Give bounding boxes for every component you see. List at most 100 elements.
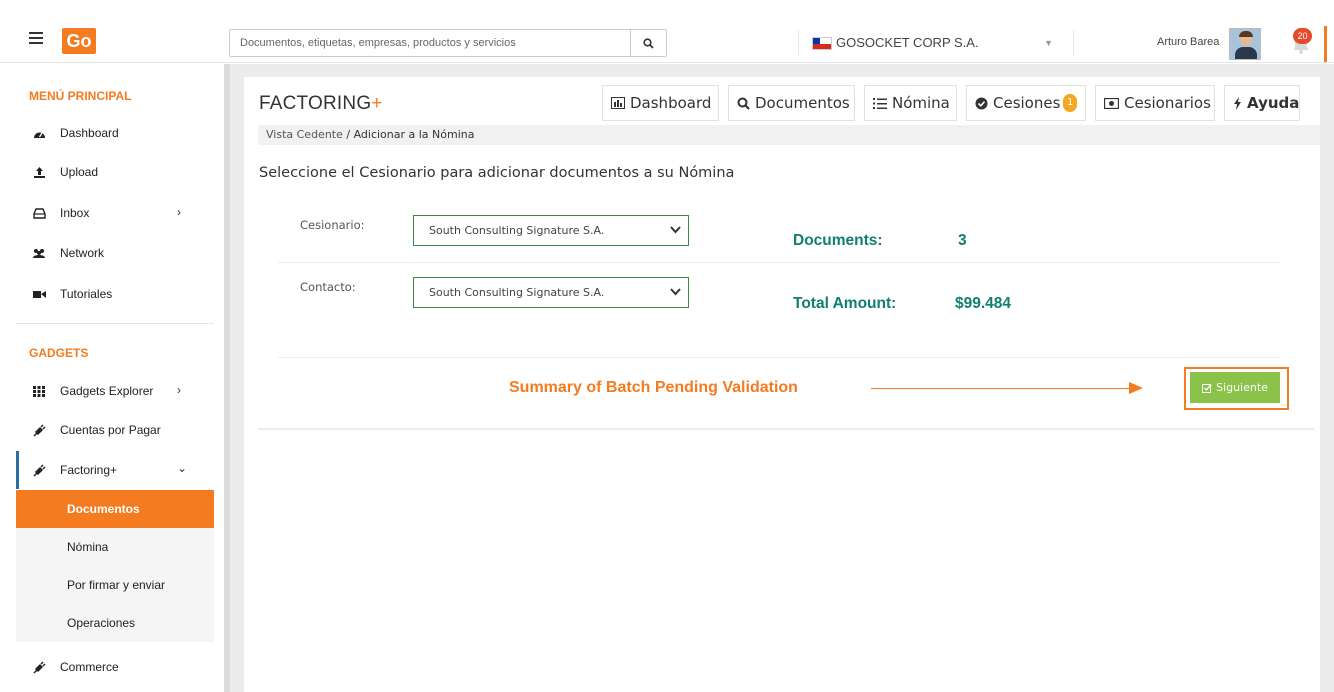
submenu-item-por-firmar[interactable]: Por firmar y enviar	[16, 566, 214, 604]
user-name[interactable]: Arturo Barea	[1157, 36, 1219, 48]
nav-label: Dashboard	[630, 94, 712, 112]
siguiente-label: Siguiente	[1216, 381, 1268, 394]
nav-label: Ayuda	[1247, 94, 1300, 112]
avatar[interactable]	[1229, 28, 1261, 60]
breadcrumb: Vista Cedente / Adicionar a la Nómina	[258, 125, 1320, 145]
edit-check-icon	[1202, 383, 1212, 393]
nav-documentos-button[interactable]: Documentos	[728, 85, 855, 121]
total-amount-value: $99.484	[955, 295, 1012, 312]
sidebar-item-dashboard[interactable]: Dashboard	[0, 114, 214, 152]
nav-cesionarios-button[interactable]: Cesionarios	[1095, 85, 1215, 121]
cesionario-selected-value: South Consulting Signature S.A.	[429, 224, 605, 237]
nav-cesiones-button[interactable]: Cesiones 1	[966, 85, 1086, 121]
breadcrumb-separator: /	[342, 128, 354, 141]
search-icon	[643, 37, 654, 49]
gosocket-logo[interactable]: Go	[62, 28, 96, 54]
video-icon	[32, 287, 46, 301]
sidebar-item-inbox[interactable]: Inbox ›	[0, 194, 214, 232]
upload-icon	[32, 165, 46, 179]
bolt-icon	[1233, 96, 1242, 110]
nav-ayuda-button[interactable]: Ayuda	[1224, 85, 1300, 121]
sidebar-item-upload[interactable]: Upload	[0, 153, 214, 191]
accent-strip	[1324, 26, 1327, 62]
siguiente-button[interactable]: Siguiente	[1190, 372, 1280, 403]
sidebar-divider	[16, 323, 214, 324]
nav-label: Documentos	[755, 94, 850, 112]
sidebar-item-label: Commerce	[60, 660, 119, 674]
submenu-item-label: Por firmar y enviar	[67, 578, 166, 592]
check-circle-icon	[975, 97, 988, 110]
top-bar: Go GOSOCKET CORP S.A. ▼ Arturo Barea 20	[0, 0, 1334, 63]
nav-nomina-button[interactable]: Nómina	[864, 85, 957, 121]
sidebar-item-tutoriales[interactable]: Tutoriales	[0, 275, 214, 313]
inbox-icon	[32, 206, 46, 220]
sidebar-item-label: Gadgets Explorer	[60, 384, 154, 398]
sidebar-item-label: Tutoriales	[60, 287, 113, 301]
nav-dashboard-button[interactable]: Dashboard	[602, 85, 719, 121]
gadgets-title: GADGETS	[29, 346, 89, 360]
sidebar-item-factoring[interactable]: Factoring+ ⌄	[16, 451, 214, 489]
grid-icon	[32, 384, 46, 398]
sidebar-item-commerce[interactable]: Commerce	[0, 648, 214, 686]
submenu-item-documentos[interactable]: Documentos	[16, 490, 214, 528]
annotation-text: Summary of Batch Pending Validation	[509, 379, 798, 396]
cesionario-label: Cesionario:	[300, 218, 365, 232]
money-icon	[1104, 97, 1119, 109]
notification-count-badge: 20	[1293, 28, 1312, 44]
breadcrumb-current: Adicionar a la Nómina	[353, 128, 475, 141]
nav-label: Cesiones	[993, 94, 1061, 112]
chevron-down-icon	[670, 216, 681, 245]
bar-chart-icon	[611, 97, 625, 109]
section-heading: Seleccione el Cesionario para adicionar …	[259, 165, 735, 181]
cesiones-count-badge: 1	[1063, 94, 1077, 112]
main-content: FACTORING+ Dashboard Documentos Nómina C…	[230, 64, 1334, 692]
network-icon	[32, 246, 46, 260]
sidebar-item-gadgets-explorer[interactable]: Gadgets Explorer ›	[0, 372, 214, 410]
page-title-text: FACTORING	[259, 93, 372, 114]
global-search	[229, 29, 667, 57]
hamburger-menu-icon[interactable]	[29, 32, 43, 44]
row-divider	[278, 262, 1279, 263]
company-selector[interactable]: GOSOCKET CORP S.A. ▼	[798, 30, 1074, 56]
documents-label: Documents:	[793, 232, 883, 249]
nav-label: Cesionarios	[1124, 94, 1211, 112]
annotation-arrow-line	[871, 388, 1132, 389]
factoring-card: FACTORING+ Dashboard Documentos Nómina C…	[244, 77, 1320, 692]
submenu-item-nomina[interactable]: Nómina	[16, 528, 214, 566]
arrow-right-icon	[1129, 382, 1143, 394]
search-button[interactable]	[630, 30, 666, 56]
total-amount-label: Total Amount:	[793, 295, 897, 312]
main-menu-title: MENÚ PRINCIPAL	[29, 89, 132, 103]
sidebar-item-label: Dashboard	[60, 126, 119, 140]
chevron-right-icon: ›	[177, 383, 181, 397]
list-icon	[873, 97, 887, 110]
breadcrumb-parent-link[interactable]: Vista Cedente	[266, 128, 343, 141]
page-title: FACTORING+	[259, 93, 383, 115]
sidebar: MENÚ PRINCIPAL Dashboard Upload Inbox › …	[0, 64, 230, 692]
submenu-item-label: Documentos	[67, 502, 140, 516]
submenu-item-operaciones[interactable]: Operaciones	[16, 604, 214, 642]
page-title-plus: +	[371, 93, 383, 114]
sidebar-item-label: Network	[60, 246, 105, 260]
sidebar-item-label: Upload	[60, 165, 99, 179]
sidebar-item-label: Cuentas por Pagar	[60, 423, 161, 437]
search-icon	[737, 97, 750, 110]
plug-icon	[32, 660, 46, 674]
caret-down-icon: ▼	[1044, 38, 1053, 48]
documents-count: 3	[958, 232, 967, 249]
chevron-down-icon	[670, 278, 681, 307]
sidebar-item-cuentas-por-pagar[interactable]: Cuentas por Pagar	[0, 411, 214, 449]
company-name: GOSOCKET CORP S.A.	[836, 35, 979, 50]
nav-label: Nómina	[892, 94, 950, 112]
contacto-select[interactable]: South Consulting Signature S.A.	[413, 277, 689, 308]
sidebar-item-label: Factoring+	[60, 463, 118, 477]
sidebar-item-network[interactable]: Network	[0, 234, 214, 272]
submenu-item-label: Operaciones	[67, 616, 136, 630]
cesionario-select[interactable]: South Consulting Signature S.A.	[413, 215, 689, 246]
chevron-down-icon: ⌄	[177, 461, 188, 475]
search-input[interactable]	[230, 30, 630, 56]
contacto-label: Contacto:	[300, 280, 356, 294]
sidebar-item-label: Inbox	[60, 206, 90, 220]
chile-flag-icon	[812, 37, 832, 50]
contacto-selected-value: South Consulting Signature S.A.	[429, 286, 605, 299]
